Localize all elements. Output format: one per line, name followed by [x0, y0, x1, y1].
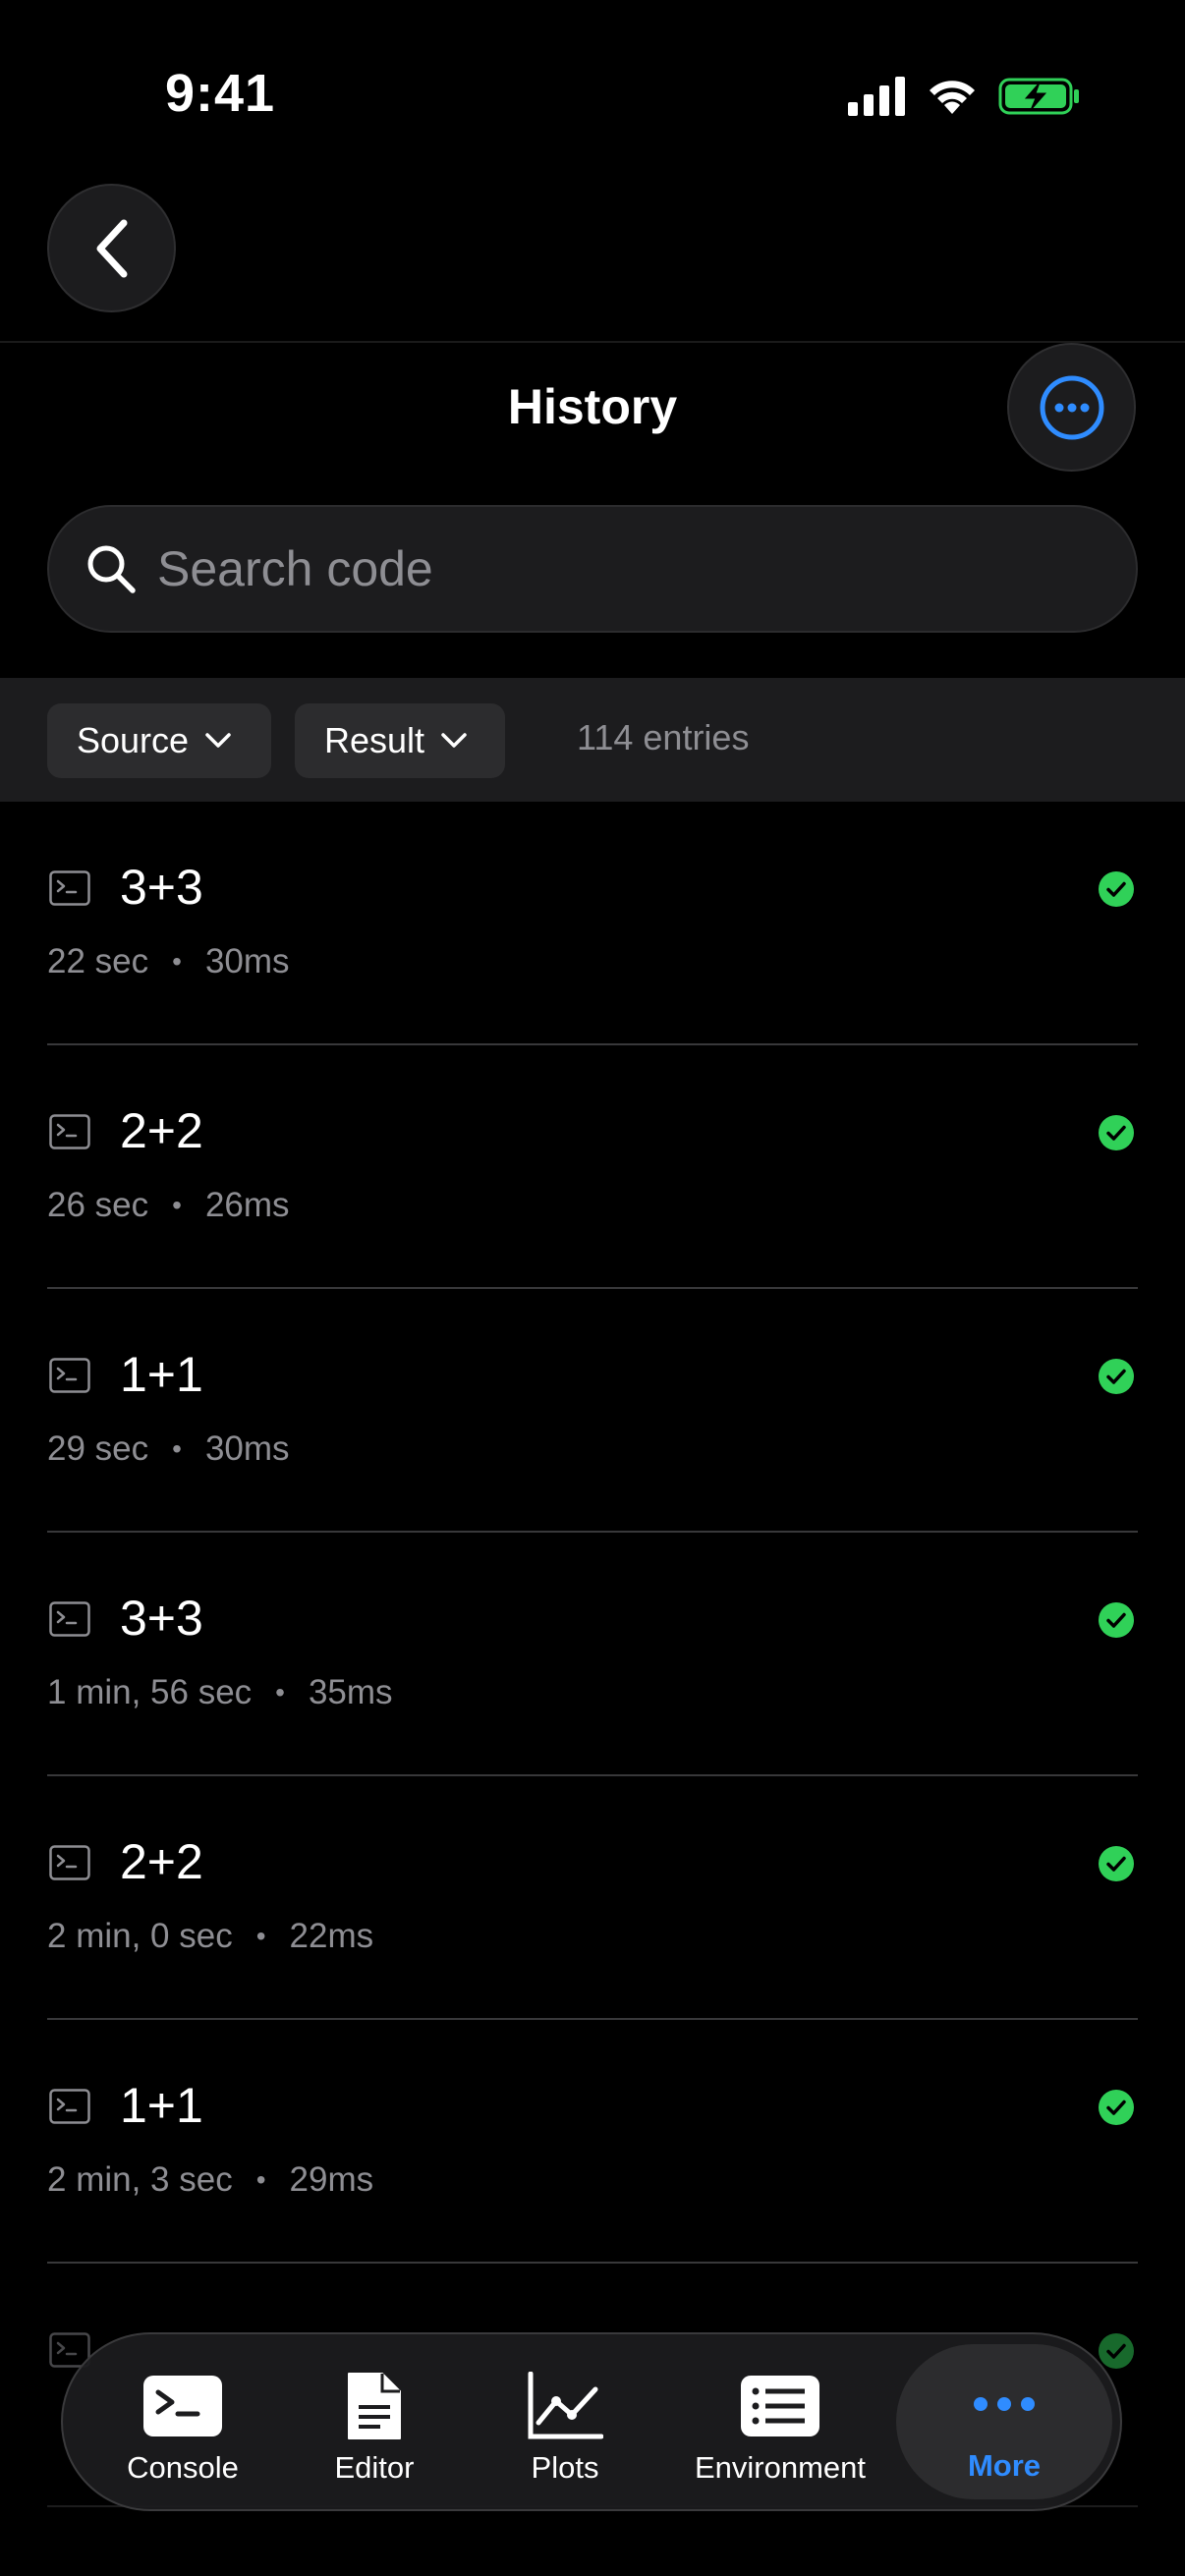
- tab-bar: Console Editor Plots Environment More: [61, 2332, 1122, 2511]
- tab-environment-label: Environment: [694, 2450, 867, 2485]
- tab-plots[interactable]: Plots: [501, 2334, 629, 2509]
- tab-editor[interactable]: Editor: [310, 2334, 438, 2509]
- success-check-icon: [1099, 2090, 1134, 2125]
- search-icon: [87, 545, 136, 593]
- success-check-icon: [1099, 1115, 1134, 1150]
- tab-console[interactable]: Console: [114, 2334, 252, 2509]
- history-duration: 35ms: [308, 1673, 393, 1711]
- terminal-icon: [143, 2376, 222, 2436]
- document-icon: [348, 2373, 401, 2439]
- terminal-icon: [49, 1601, 90, 1637]
- history-duration: 26ms: [204, 1186, 290, 1224]
- terminal-icon: [49, 1845, 90, 1880]
- back-button[interactable]: [47, 184, 176, 312]
- result-filter-label: Result: [324, 720, 425, 760]
- history-meta: 29 sec • 30ms: [47, 1429, 290, 1469]
- success-check-icon: [1099, 1359, 1134, 1394]
- separator-dot: •: [275, 1677, 285, 1708]
- more-actions-button[interactable]: [1007, 343, 1136, 472]
- tab-console-label: Console: [127, 2450, 239, 2485]
- separator-dot: •: [255, 1921, 266, 1951]
- status-bar: 9:41: [0, 0, 1185, 187]
- separator-dot: •: [172, 946, 182, 977]
- success-check-icon: [1099, 871, 1134, 907]
- history-duration: 30ms: [204, 1429, 290, 1468]
- cellular-signal-icon: [848, 77, 905, 116]
- separator-dot: •: [172, 1433, 182, 1464]
- history-row[interactable]: 1+1 2 min, 3 sec • 29ms: [0, 2020, 1185, 2264]
- history-row[interactable]: 3+3 1 min, 56 sec • 35ms: [0, 1533, 1185, 1776]
- chevron-down-icon: [441, 733, 467, 748]
- history-time-ago: 29 sec: [47, 1429, 149, 1468]
- separator-dot: •: [172, 1190, 182, 1220]
- history-time-ago: 1 min, 56 sec: [47, 1673, 253, 1711]
- history-row[interactable]: 3+3 22 sec • 30ms: [0, 802, 1185, 1045]
- terminal-icon: [49, 1358, 90, 1393]
- battery-charging-icon: [998, 78, 1079, 115]
- history-list: 3+3 22 sec • 30ms 2+2 26 sec • 26ms 1+1 29 sec • 30…: [0, 802, 1185, 2507]
- success-check-icon: [1099, 1602, 1134, 1638]
- filter-bar: Source Result 114 entries: [0, 678, 1185, 802]
- tab-editor-label: Editor: [334, 2450, 415, 2485]
- history-code: 2+2: [120, 1834, 203, 1889]
- wifi-icon: [930, 81, 975, 114]
- entry-count: 114 entries: [577, 717, 750, 757]
- search-bar[interactable]: [47, 505, 1138, 633]
- list-icon: [741, 2376, 819, 2436]
- history-code: 3+3: [120, 1591, 203, 1646]
- header-divider: [0, 341, 1185, 343]
- history-meta: 2 min, 3 sec • 29ms: [47, 2160, 373, 2200]
- history-time-ago: 2 min, 3 sec: [47, 2160, 233, 2199]
- ellipsis-icon: [974, 2397, 1035, 2411]
- history-duration: 30ms: [204, 942, 290, 980]
- terminal-icon: [49, 870, 90, 906]
- tab-environment[interactable]: Environment: [682, 2334, 878, 2509]
- ellipsis-circle-icon: [1040, 375, 1103, 439]
- tab-more-label: More: [967, 2448, 1042, 2483]
- history-code: 1+1: [120, 2078, 203, 2133]
- terminal-icon: [49, 1114, 90, 1149]
- history-row[interactable]: 1+1 29 sec • 30ms: [0, 1289, 1185, 1533]
- history-code: 3+3: [120, 860, 203, 915]
- history-code: 2+2: [120, 1103, 203, 1158]
- tab-plots-label: Plots: [531, 2450, 599, 2485]
- chevron-left-icon: [96, 219, 127, 277]
- success-check-icon: [1099, 1846, 1134, 1881]
- history-duration: 22ms: [289, 1917, 374, 1955]
- source-filter-button[interactable]: Source: [47, 703, 271, 778]
- history-meta: 1 min, 56 sec • 35ms: [47, 1673, 393, 1712]
- history-meta: 2 min, 0 sec • 22ms: [47, 1917, 373, 1956]
- history-time-ago: 26 sec: [47, 1186, 149, 1224]
- search-input[interactable]: [157, 540, 1042, 597]
- history-time-ago: 22 sec: [47, 942, 149, 980]
- history-time-ago: 2 min, 0 sec: [47, 1917, 233, 1955]
- history-meta: 22 sec • 30ms: [47, 942, 290, 981]
- history-row[interactable]: 2+2 2 min, 0 sec • 22ms: [0, 1776, 1185, 2020]
- line-chart-icon: [528, 2372, 603, 2439]
- status-time: 9:41: [165, 64, 276, 123]
- history-row[interactable]: 2+2 26 sec • 26ms: [0, 1045, 1185, 1289]
- success-check-icon: [1099, 2333, 1134, 2369]
- history-meta: 26 sec • 26ms: [47, 1186, 290, 1225]
- source-filter-label: Source: [77, 720, 190, 760]
- result-filter-button[interactable]: Result: [295, 703, 505, 778]
- separator-dot: •: [255, 2164, 266, 2195]
- chevron-down-icon: [205, 733, 231, 748]
- terminal-icon: [49, 2089, 90, 2124]
- history-duration: 29ms: [289, 2160, 374, 2199]
- history-code: 1+1: [120, 1347, 203, 1402]
- tab-more[interactable]: More: [896, 2344, 1112, 2499]
